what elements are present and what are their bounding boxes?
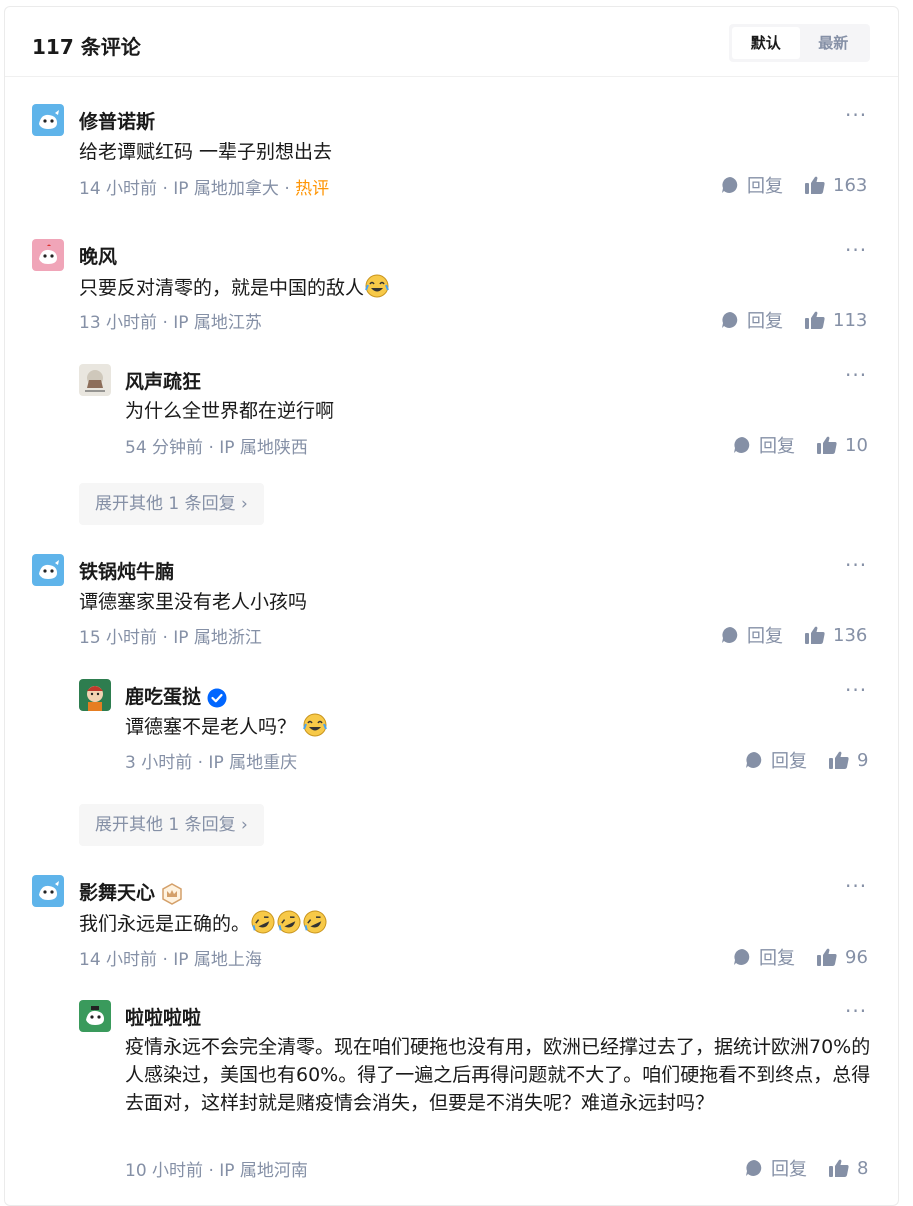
comment-actions: 回复 136 [721, 622, 867, 648]
verified-icon [207, 688, 227, 707]
blue-bird-avatar[interactable] [32, 554, 64, 586]
comment-text: 谭德塞不是老人吗？ [125, 712, 328, 741]
comment-text: 我们永远是正确的。 [79, 909, 328, 938]
expand-replies-button[interactable]: 展开其他 1 条回复 › [79, 804, 264, 846]
thumbs-up-icon [805, 626, 825, 644]
blue-bird-avatar[interactable] [32, 875, 64, 907]
reply-icon [746, 1160, 762, 1176]
comment-text: 为什么全世界都在逆行啊 [125, 400, 335, 422]
cartoon-avatar[interactable] [79, 679, 111, 711]
reply-icon [734, 949, 750, 965]
comment-actions: 回复 10 [733, 432, 868, 458]
more-icon[interactable]: ··· [845, 103, 867, 127]
rolling-laughing-emoji-icon [277, 910, 301, 934]
reply-icon [722, 312, 738, 328]
comment-actions: 回复 9 [745, 747, 868, 773]
like-button[interactable]: 163 [805, 175, 867, 196]
comment-author[interactable]: 啦啦啦啦 [125, 1003, 201, 1030]
chevron-right-icon: › [241, 815, 248, 835]
reply-icon [734, 437, 750, 453]
crown-badge-icon [162, 882, 182, 905]
comment-meta: 3 小时前 · IP 属地重庆 [125, 753, 298, 773]
comment-text: 给老谭赋红码 一辈子别想出去 [79, 141, 333, 163]
comment-actions: 回复 113 [721, 307, 867, 333]
more-icon[interactable]: ··· [845, 238, 867, 262]
reply-icon [722, 627, 738, 643]
rolling-laughing-emoji-icon [251, 910, 275, 934]
comment-author[interactable]: 铁锅炖牛腩 [79, 557, 174, 584]
reply-button[interactable]: 回复 [733, 432, 795, 458]
sort-toggle: 默认 最新 [729, 24, 870, 62]
comment-author[interactable]: 晚风 [79, 242, 117, 269]
reply-button[interactable]: 回复 [721, 307, 783, 333]
comment-meta: 14 小时前 · IP 属地加拿大 · 热评 [79, 179, 330, 199]
comment-author[interactable]: 影舞天心 [79, 878, 183, 905]
comment-meta: 54 分钟前 · IP 属地陕西 [125, 438, 308, 458]
reply-button[interactable]: 回复 [745, 1155, 807, 1181]
reply-button[interactable]: 回复 [733, 944, 795, 970]
comment-actions: 回复 96 [733, 944, 868, 970]
like-button[interactable]: 10 [817, 435, 868, 456]
chevron-right-icon: › [241, 494, 248, 514]
thumbs-up-icon [805, 176, 825, 194]
thumbs-up-icon [829, 751, 849, 769]
comment-meta: 10 小时前 · IP 属地河南 [125, 1161, 308, 1181]
like-button[interactable]: 9 [829, 750, 868, 771]
comment-author[interactable]: 修普诺斯 [79, 107, 155, 134]
more-icon[interactable]: ··· [845, 553, 867, 577]
like-button[interactable]: 136 [805, 625, 867, 646]
more-icon[interactable]: ··· [845, 678, 867, 702]
hot-badge: 热评 [295, 179, 330, 199]
thumbs-up-icon [817, 436, 837, 454]
comments-header: 117 条评论 默认 最新 [5, 7, 898, 77]
more-icon[interactable]: ··· [845, 999, 867, 1023]
reply-button[interactable]: 回复 [721, 172, 783, 198]
reply-button[interactable]: 回复 [745, 747, 807, 773]
sort-latest-button[interactable]: 最新 [800, 27, 868, 59]
blue-bird-avatar[interactable] [32, 104, 64, 136]
like-button[interactable]: 8 [829, 1158, 868, 1179]
like-button[interactable]: 113 [805, 310, 867, 331]
thumbs-up-icon [829, 1159, 849, 1177]
comment-meta: 14 小时前 · IP 属地上海 [79, 950, 262, 970]
comment-author[interactable]: 风声疏狂 [125, 367, 201, 394]
laughing-crying-emoji-icon [303, 713, 327, 737]
reply-button[interactable]: 回复 [721, 622, 783, 648]
thumbs-up-icon [817, 948, 837, 966]
reply-icon [722, 177, 738, 193]
more-icon[interactable]: ··· [845, 874, 867, 898]
like-button[interactable]: 96 [817, 947, 868, 968]
green-bird-avatar[interactable] [79, 1000, 111, 1032]
reply-icon [746, 752, 762, 768]
comment-meta: 15 小时前 · IP 属地浙江 [79, 628, 262, 648]
laughing-crying-emoji-icon [365, 274, 389, 298]
comment-text: 只要反对清零的，就是中国的敌人 [79, 273, 390, 302]
more-icon[interactable]: ··· [845, 363, 867, 387]
comment-actions: 回复 163 [721, 172, 867, 198]
sort-default-button[interactable]: 默认 [732, 27, 800, 59]
comment-text: 疫情永远不会完全清零。现在咱们硬拖也没有用，欧洲已经撑过去了，据统计欧洲70%的… [125, 1036, 871, 1114]
comment-author[interactable]: 鹿吃蛋挞 [125, 682, 227, 709]
expand-replies-button[interactable]: 展开其他 1 条回复 › [79, 483, 264, 525]
comment-count: 117 条评论 [32, 35, 141, 59]
comment-actions: 回复 8 [745, 1155, 868, 1181]
sketch-avatar[interactable] [79, 364, 111, 396]
thumbs-up-icon [805, 311, 825, 329]
comment-meta: 13 小时前 · IP 属地江苏 [79, 313, 262, 333]
comment-text: 谭德塞家里没有老人小孩吗 [79, 591, 308, 613]
comments-panel: 117 条评论 默认 最新 修普诺斯 ··· 给老谭赋红码 一辈子别想出去 14… [4, 6, 899, 1206]
pink-bird-avatar[interactable] [32, 239, 64, 271]
rolling-laughing-emoji-icon [303, 910, 327, 934]
